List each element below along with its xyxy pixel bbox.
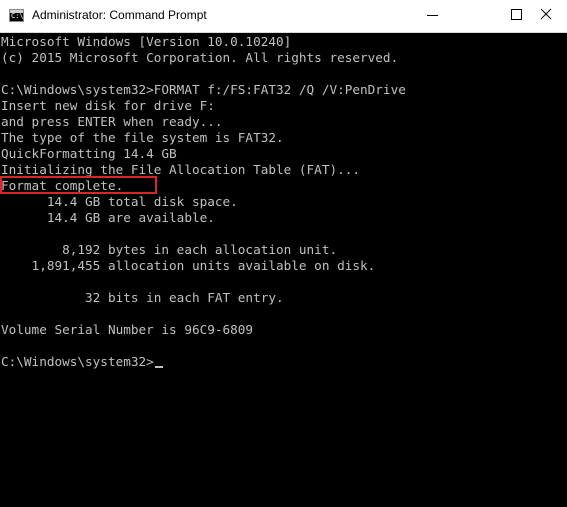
prompt-line[interactable]: C:\Windows\system32> xyxy=(1,354,163,370)
console-line: and press ENTER when ready... xyxy=(1,114,223,129)
format-complete-line: Format complete. xyxy=(1,178,124,193)
console-line: QuickFormatting 14.4 GB xyxy=(1,146,177,161)
console-line: 32 bits in each FAT entry. xyxy=(1,290,284,305)
window-title: Administrator: Command Prompt xyxy=(32,8,207,22)
prompt-text: C:\Windows\system32> xyxy=(1,354,154,369)
close-icon xyxy=(540,8,552,20)
console-output[interactable]: Microsoft Windows [Version 10.0.10240] (… xyxy=(0,34,556,507)
console-line: 14.4 GB total disk space. xyxy=(1,194,238,209)
console-scrollbar[interactable] xyxy=(556,34,567,507)
console-line: The type of the file system is FAT32. xyxy=(1,130,284,145)
console-line: Microsoft Windows [Version 10.0.10240] xyxy=(1,34,292,49)
command-prompt-window: C:\ Administrator: Command Prompt Micros… xyxy=(0,0,567,507)
close-button[interactable] xyxy=(528,0,567,32)
minimize-icon xyxy=(427,15,438,16)
console-line: Initializing the File Allocation Table (… xyxy=(1,162,361,177)
text-cursor xyxy=(154,366,163,368)
minimize-button[interactable] xyxy=(424,0,470,32)
console-line: 8,192 bytes in each allocation unit. xyxy=(1,242,338,257)
console-line: 1,891,455 allocation units available on … xyxy=(1,258,376,273)
title-bar[interactable]: C:\ Administrator: Command Prompt xyxy=(0,0,567,33)
console-line: (c) 2015 Microsoft Corporation. All righ… xyxy=(1,50,399,65)
console-line: Insert new disk for drive F: xyxy=(1,98,215,113)
cmd-icon[interactable]: C:\ xyxy=(9,9,24,22)
console-line: Volume Serial Number is 96C9-6809 xyxy=(1,322,254,337)
console-line: 14.4 GB are available. xyxy=(1,210,215,225)
console-line: C:\Windows\system32>FORMAT f:/FS:FAT32 /… xyxy=(1,82,406,97)
